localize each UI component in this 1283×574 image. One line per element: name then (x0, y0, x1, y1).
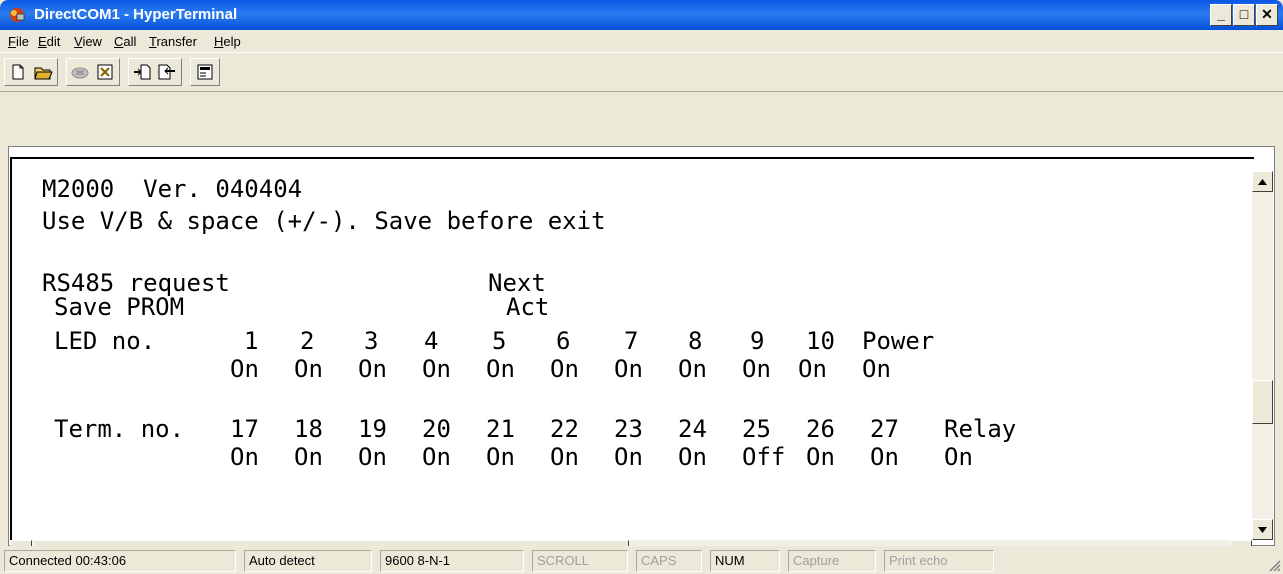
status-num: NUM (710, 550, 780, 572)
led-state: On (358, 355, 387, 383)
maximize-button[interactable]: □ (1233, 4, 1255, 26)
properties-icon[interactable] (193, 60, 217, 84)
close-button[interactable]: ✕ (1256, 4, 1278, 26)
term-state: On (486, 443, 515, 471)
vertical-scroll-thumb[interactable] (1252, 380, 1273, 424)
term-state: On (294, 443, 323, 471)
scroll-down-button[interactable] (1252, 519, 1273, 540)
led-number: 4 (424, 327, 439, 355)
send-icon[interactable] (130, 60, 154, 84)
toolbar (0, 52, 1283, 92)
menu-file[interactable]: File (8, 34, 29, 49)
term-state: On (614, 443, 643, 471)
scroll-up-button[interactable] (1252, 171, 1273, 192)
vertical-scrollbar[interactable] (1252, 171, 1273, 540)
status-capture: Capture (788, 550, 876, 572)
term-label: Term. no. (54, 415, 185, 443)
terminal-line-version: M2000 Ver. 040404 (42, 175, 303, 203)
save-prom: Save PROM (54, 293, 185, 321)
menu-edit[interactable]: Edit (38, 34, 60, 49)
receive-icon[interactable] (155, 60, 179, 84)
act-label: Act (506, 293, 550, 321)
led-number: 10 (806, 327, 835, 355)
led-number: 2 (300, 327, 315, 355)
term-state: On (230, 443, 259, 471)
resize-grip-icon[interactable] (1267, 558, 1281, 572)
term-number: Relay (944, 415, 1017, 443)
led-state: On (422, 355, 451, 383)
term-state: On (550, 443, 579, 471)
hyperterminal-icon (10, 8, 25, 22)
led-label: LED no. (54, 327, 156, 355)
term-number: 26 (806, 415, 835, 443)
disconnect-icon[interactable] (93, 60, 117, 84)
menu-view[interactable]: View (74, 34, 102, 49)
led-number: 8 (688, 327, 703, 355)
term-number: 20 (422, 415, 451, 443)
term-number: 18 (294, 415, 323, 443)
phone-icon[interactable] (68, 60, 92, 84)
status-connected: Connected 00:43:06 (4, 550, 236, 572)
term-state: Off (742, 443, 786, 471)
term-state: On (358, 443, 387, 471)
term-number: 25 (742, 415, 771, 443)
term-number: 19 (358, 415, 387, 443)
term-number: 23 (614, 415, 643, 443)
led-state: On (550, 355, 579, 383)
led-state: On (486, 355, 515, 383)
led-state: On (678, 355, 707, 383)
open-icon[interactable] (31, 60, 55, 84)
led-state: On (614, 355, 643, 383)
status-scroll: SCROLL (532, 550, 628, 572)
minimize-button[interactable]: _ (1210, 4, 1232, 26)
led-state: On (742, 355, 771, 383)
status-settings: 9600 8-N-1 (380, 550, 524, 572)
led-state: On (230, 355, 259, 383)
term-number: 27 (870, 415, 899, 443)
status-detect: Auto detect (244, 550, 372, 572)
title-bar[interactable]: DirectCOM1 - HyperTerminal _ □ ✕ (0, 0, 1283, 30)
term-state: On (806, 443, 835, 471)
led-number: Power (862, 327, 935, 355)
led-number: 1 (244, 327, 259, 355)
led-state: On (294, 355, 323, 383)
menu-call[interactable]: Call (114, 34, 136, 49)
term-number: 17 (230, 415, 259, 443)
chevron-down-icon (1258, 526, 1267, 533)
term-state: On (944, 443, 973, 471)
status-bar: Connected 00:43:06 Auto detect 9600 8-N-… (0, 546, 1283, 574)
status-print-echo: Print echo (884, 550, 994, 572)
led-number: 5 (492, 327, 507, 355)
term-state: On (422, 443, 451, 471)
chevron-up-icon (1258, 178, 1267, 185)
menu-transfer[interactable]: Transfer (149, 34, 197, 49)
led-state: On (798, 355, 827, 383)
term-number: 22 (550, 415, 579, 443)
window-title: DirectCOM1 - HyperTerminal (34, 6, 238, 23)
led-number: 3 (364, 327, 379, 355)
menu-help[interactable]: Help (214, 34, 241, 49)
menu-bar: File Edit View Call Transfer Help (0, 30, 1283, 52)
terminal-screen[interactable]: M2000 Ver. 040404 Use V/B & space (+/-).… (10, 157, 1254, 540)
new-icon[interactable] (6, 60, 30, 84)
term-state: On (678, 443, 707, 471)
terminal-line-instructions: Use V/B & space (+/-). Save before exit (42, 207, 606, 235)
term-number: 24 (678, 415, 707, 443)
led-number: 7 (624, 327, 639, 355)
led-number: 9 (750, 327, 765, 355)
term-state: On (870, 443, 899, 471)
status-caps: CAPS (636, 550, 702, 572)
led-number: 6 (556, 327, 571, 355)
term-number: 21 (486, 415, 515, 443)
led-state: On (862, 355, 891, 383)
